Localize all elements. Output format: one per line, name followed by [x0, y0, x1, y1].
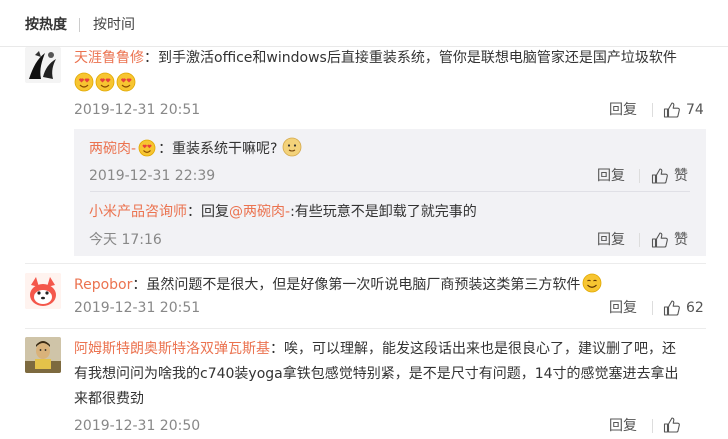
- comment-text-line: ：唉，可以理解，能发这段话出来也是很良心了，建议删了吧，还: [270, 341, 676, 357]
- sort-separator: [79, 18, 80, 32]
- avatar[interactable]: [25, 337, 61, 373]
- like-label: 赞: [674, 232, 688, 248]
- action-separator: [652, 103, 653, 117]
- reply-body: 两碗肉- ：重装系统干嘛呢?: [89, 137, 302, 160]
- like-count: 74: [686, 102, 704, 118]
- like-button[interactable]: 74: [663, 100, 704, 120]
- comment-text-line: 来都很费劲: [74, 391, 144, 407]
- avatar-photo-image: [25, 337, 61, 373]
- mention-link[interactable]: @两碗肉-: [229, 204, 290, 220]
- comment-body: 天涯鲁鲁修：到手激活office和windows后直接重装系统，管你是联想电脑管…: [74, 48, 677, 69]
- action-separator: [652, 301, 653, 315]
- thumbs-up-icon: [663, 300, 680, 316]
- comment-text-line: 有我想问问为啥我的c740装yoga拿铁包感觉特别紧，是不是尺寸有问题，14寸的…: [74, 366, 679, 382]
- comment-username[interactable]: 阿姆斯特朗奥斯特洛双弹瓦斯基: [74, 341, 270, 357]
- avatar[interactable]: [25, 47, 61, 83]
- comment-body: Repobor：虽然问题不是很大，但是好像第一次听说电脑厂商预装这类第三方软件: [74, 273, 602, 296]
- avatar-cartoon-image: [25, 273, 61, 309]
- reply-button[interactable]: 回复: [609, 298, 637, 318]
- heart-eyes-emoji-icon: [74, 72, 94, 92]
- thumbs-up-icon: [663, 417, 680, 433]
- avatar-ink-image: [25, 47, 61, 83]
- reply-text: ：重装系统干嘛呢?: [158, 141, 278, 157]
- like-button[interactable]: 赞: [651, 230, 688, 250]
- like-label: 赞: [674, 168, 688, 184]
- action-separator: [652, 419, 653, 433]
- thumbs-up-icon: [651, 232, 668, 248]
- reply-button[interactable]: 回复: [609, 100, 637, 120]
- like-button[interactable]: 赞: [651, 166, 688, 186]
- comment-timestamp: 2019-12-31 20:51: [74, 102, 201, 118]
- heart-eyes-emoji-icon: [95, 72, 115, 92]
- comment-emoji-row: [74, 72, 136, 96]
- heart-eyes-emoji-icon: [138, 139, 156, 157]
- comment-divider: [25, 328, 706, 329]
- sort-bar: 按热度 按时间: [0, 0, 728, 47]
- comment-text: ：虽然问题不是很大，但是好像第一次听说电脑厂商预装这类第三方软件: [132, 277, 581, 293]
- sort-by-hot-tab[interactable]: 按热度: [25, 15, 67, 35]
- reply-button[interactable]: 回复: [609, 416, 637, 436]
- smile-emoji-icon: [582, 273, 602, 293]
- comment-body: 阿姆斯特朗奥斯特洛双弹瓦斯基：唉，可以理解，能发这段话出来也是很良心了，建议删了…: [74, 337, 679, 412]
- thumbs-up-icon: [663, 102, 680, 118]
- reply-divider: [90, 191, 690, 192]
- like-button[interactable]: [663, 416, 681, 434]
- reply-timestamp: 今天 17:16: [89, 232, 162, 248]
- sort-by-time-tab[interactable]: 按时间: [93, 15, 135, 35]
- comment-username[interactable]: 天涯鲁鲁修: [74, 50, 144, 66]
- comment-username[interactable]: Repobor: [74, 277, 132, 293]
- thumbs-up-icon: [651, 168, 668, 184]
- action-separator: [639, 169, 640, 183]
- comment-timestamp: 2019-12-31 20:51: [74, 300, 201, 316]
- comment-divider: [25, 263, 706, 264]
- reply-text: :有些玩意不是卸载了就完事的: [290, 204, 477, 220]
- reply-button[interactable]: 回复: [597, 230, 625, 250]
- doge-emoji-icon: [282, 137, 301, 157]
- heart-eyes-emoji-icon: [116, 72, 136, 92]
- like-button[interactable]: 62: [663, 298, 704, 318]
- like-count: 62: [686, 300, 704, 316]
- reply-username[interactable]: 小米产品咨询师: [89, 204, 187, 220]
- reply-body: 小米产品咨询师：回复@两碗肉-:有些玩意不是卸载了就完事的: [89, 202, 477, 223]
- comment-timestamp: 2019-12-31 20:50: [74, 418, 201, 434]
- action-separator: [639, 233, 640, 247]
- reply-timestamp: 2019-12-31 22:39: [89, 168, 216, 184]
- reply-username[interactable]: 两碗肉-: [89, 141, 136, 157]
- reply-prefix: ：回复: [187, 204, 229, 220]
- avatar[interactable]: [25, 273, 61, 309]
- reply-button[interactable]: 回复: [597, 166, 625, 186]
- comment-text: ：到手激活office和windows后直接重装系统，管你是联想电脑管家还是国产…: [144, 50, 677, 66]
